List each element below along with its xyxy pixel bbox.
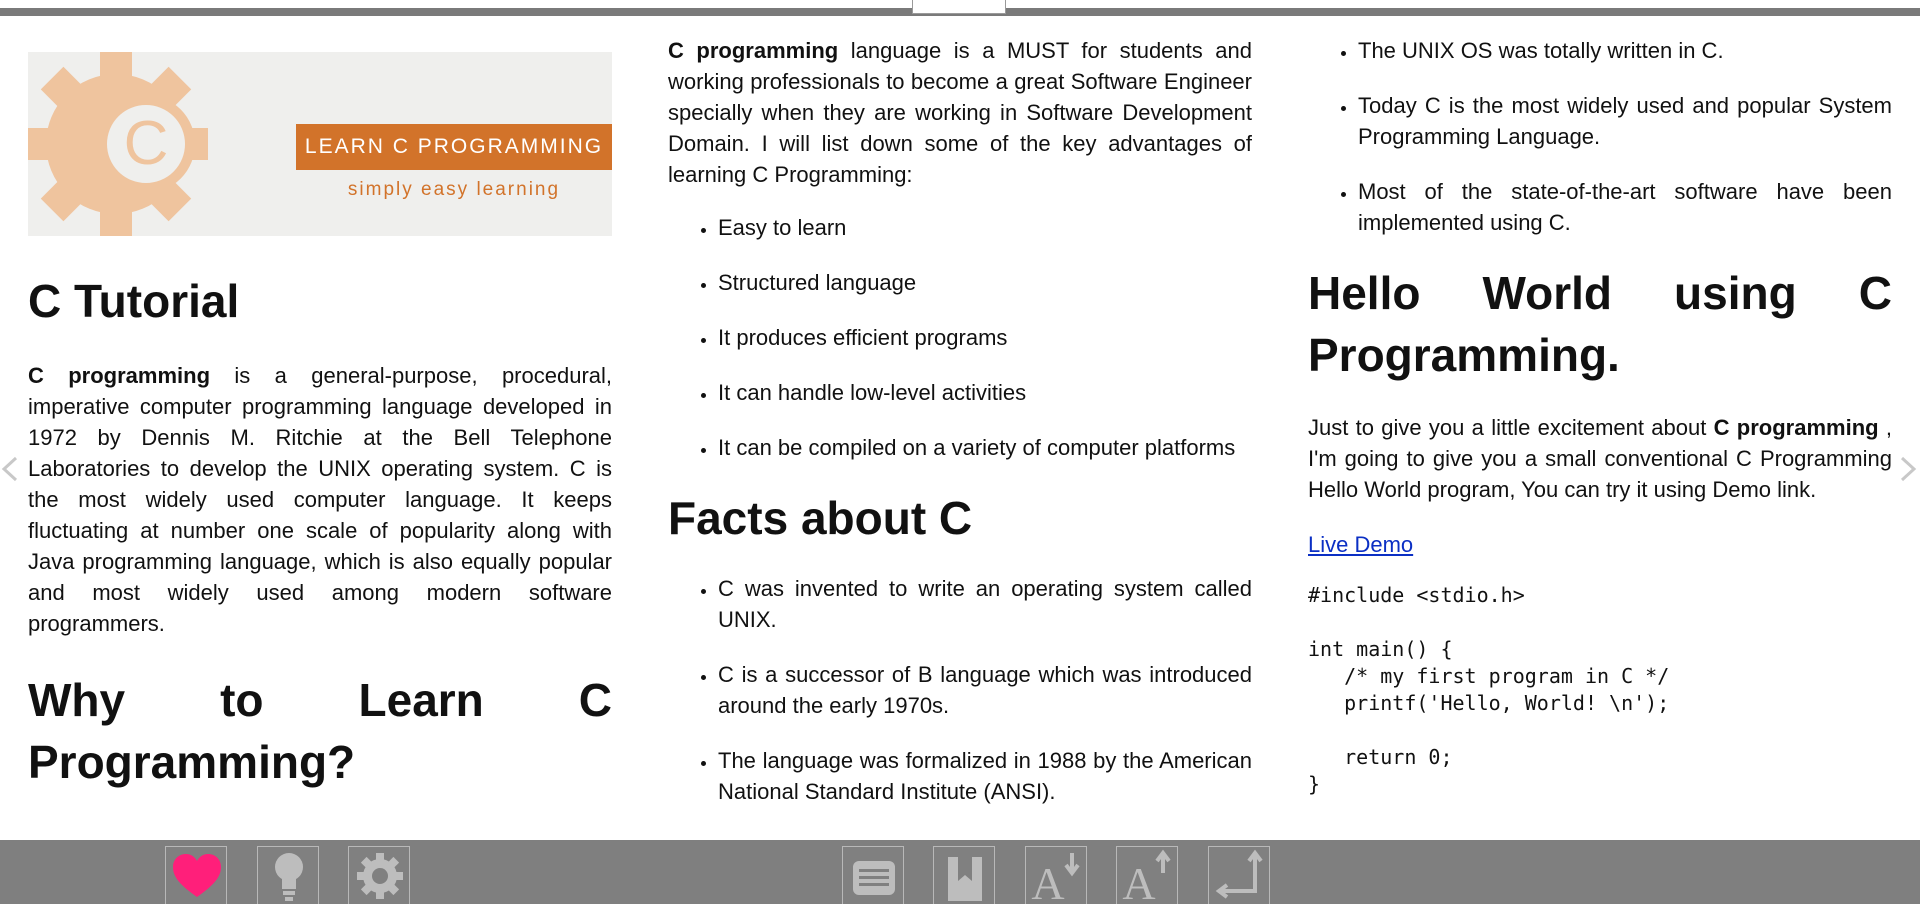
bottom-toolbar: A A xyxy=(0,840,1920,905)
contents-button[interactable] xyxy=(842,846,904,904)
must-bold: C programming xyxy=(668,38,839,63)
intro-bold: C programming xyxy=(28,363,211,388)
hello-paragraph: Just to give you a little excitement abo… xyxy=(1308,412,1892,505)
settings-button[interactable] xyxy=(348,846,410,904)
advantages-list: Easy to learn Structured language It pro… xyxy=(668,212,1252,463)
list-icon xyxy=(853,861,895,895)
list-item: Most of the state-of-the-art software ha… xyxy=(1358,176,1892,238)
svg-text:A: A xyxy=(1122,858,1155,905)
facts-list-continued: The UNIX OS was totally written in C. To… xyxy=(1308,35,1892,238)
increase-font-button[interactable]: A xyxy=(1116,846,1178,905)
bookmark-icon xyxy=(948,857,982,901)
next-page-arrow-icon[interactable] xyxy=(1898,456,1918,482)
intro-paragraph: C programming is a general-purpose, proc… xyxy=(28,360,612,639)
layout-button[interactable] xyxy=(1208,846,1270,904)
gear-icon xyxy=(357,853,403,899)
favorite-button[interactable] xyxy=(165,846,227,904)
list-item: It produces efficient programs xyxy=(718,322,1252,353)
list-item: C was invented to write an operating sys… xyxy=(718,573,1252,635)
list-item: It can handle low-level activities xyxy=(718,377,1252,408)
banner-brand: LEARN C PROGRAMMING xyxy=(296,124,612,170)
top-bar xyxy=(0,0,1920,16)
heart-icon xyxy=(173,854,221,897)
page-column-2: C programming language is a MUST for stu… xyxy=(668,16,1252,840)
why-heading: Why to Learn C Programming? xyxy=(28,674,612,788)
page-column-3: The UNIX OS was totally written in C. To… xyxy=(1308,16,1892,840)
banner-tagline: simply easy learning xyxy=(347,179,561,200)
reader-pages: C LEARN C PROGRAMMING simply easy learni… xyxy=(0,16,1920,840)
facts-heading: Facts about C xyxy=(668,492,973,544)
logo-letter: C xyxy=(124,109,169,178)
list-item: Easy to learn xyxy=(718,212,1252,243)
bookmark-button[interactable] xyxy=(933,846,995,904)
prev-page-arrow-icon[interactable] xyxy=(0,456,20,482)
list-item: Today C is the most widely used and popu… xyxy=(1358,90,1892,152)
lightbulb-icon xyxy=(275,853,303,901)
hello-heading: Hello World using C Programming. xyxy=(1308,267,1892,381)
must-paragraph: C programming language is a MUST for stu… xyxy=(668,35,1252,190)
font-increase-icon: A xyxy=(1122,849,1171,905)
banner-image: C LEARN C PROGRAMMING simply easy learni… xyxy=(28,52,612,236)
font-decrease-icon: A xyxy=(1031,853,1080,905)
live-demo-link[interactable]: Live Demo xyxy=(1308,532,1413,557)
drag-handle-tab[interactable] xyxy=(912,0,1006,14)
hello-bold: C programming xyxy=(1713,415,1879,440)
list-item: The UNIX OS was totally written in C. xyxy=(1358,35,1892,66)
intro-text: is a general-purpose, procedural, impera… xyxy=(28,363,612,636)
facts-list: C was invented to write an operating sys… xyxy=(668,573,1252,807)
list-item: It can be compiled on a variety of compu… xyxy=(718,432,1252,463)
decrease-font-button[interactable]: A xyxy=(1025,846,1087,905)
page-title: C Tutorial xyxy=(28,275,240,327)
list-item: C is a successor of B language which was… xyxy=(718,659,1252,721)
svg-text:A: A xyxy=(1031,858,1064,905)
list-item: The language was formalized in 1988 by t… xyxy=(718,745,1252,807)
page-column-1: C LEARN C PROGRAMMING simply easy learni… xyxy=(28,16,612,840)
tips-button[interactable] xyxy=(257,846,319,904)
code-sample: #include <stdio.h> int main() { /* my fi… xyxy=(1308,583,1670,796)
hello-text-1: Just to give you a little excitement abo… xyxy=(1308,415,1714,440)
axes-icon xyxy=(1215,849,1263,899)
list-item: Structured language xyxy=(718,267,1252,298)
